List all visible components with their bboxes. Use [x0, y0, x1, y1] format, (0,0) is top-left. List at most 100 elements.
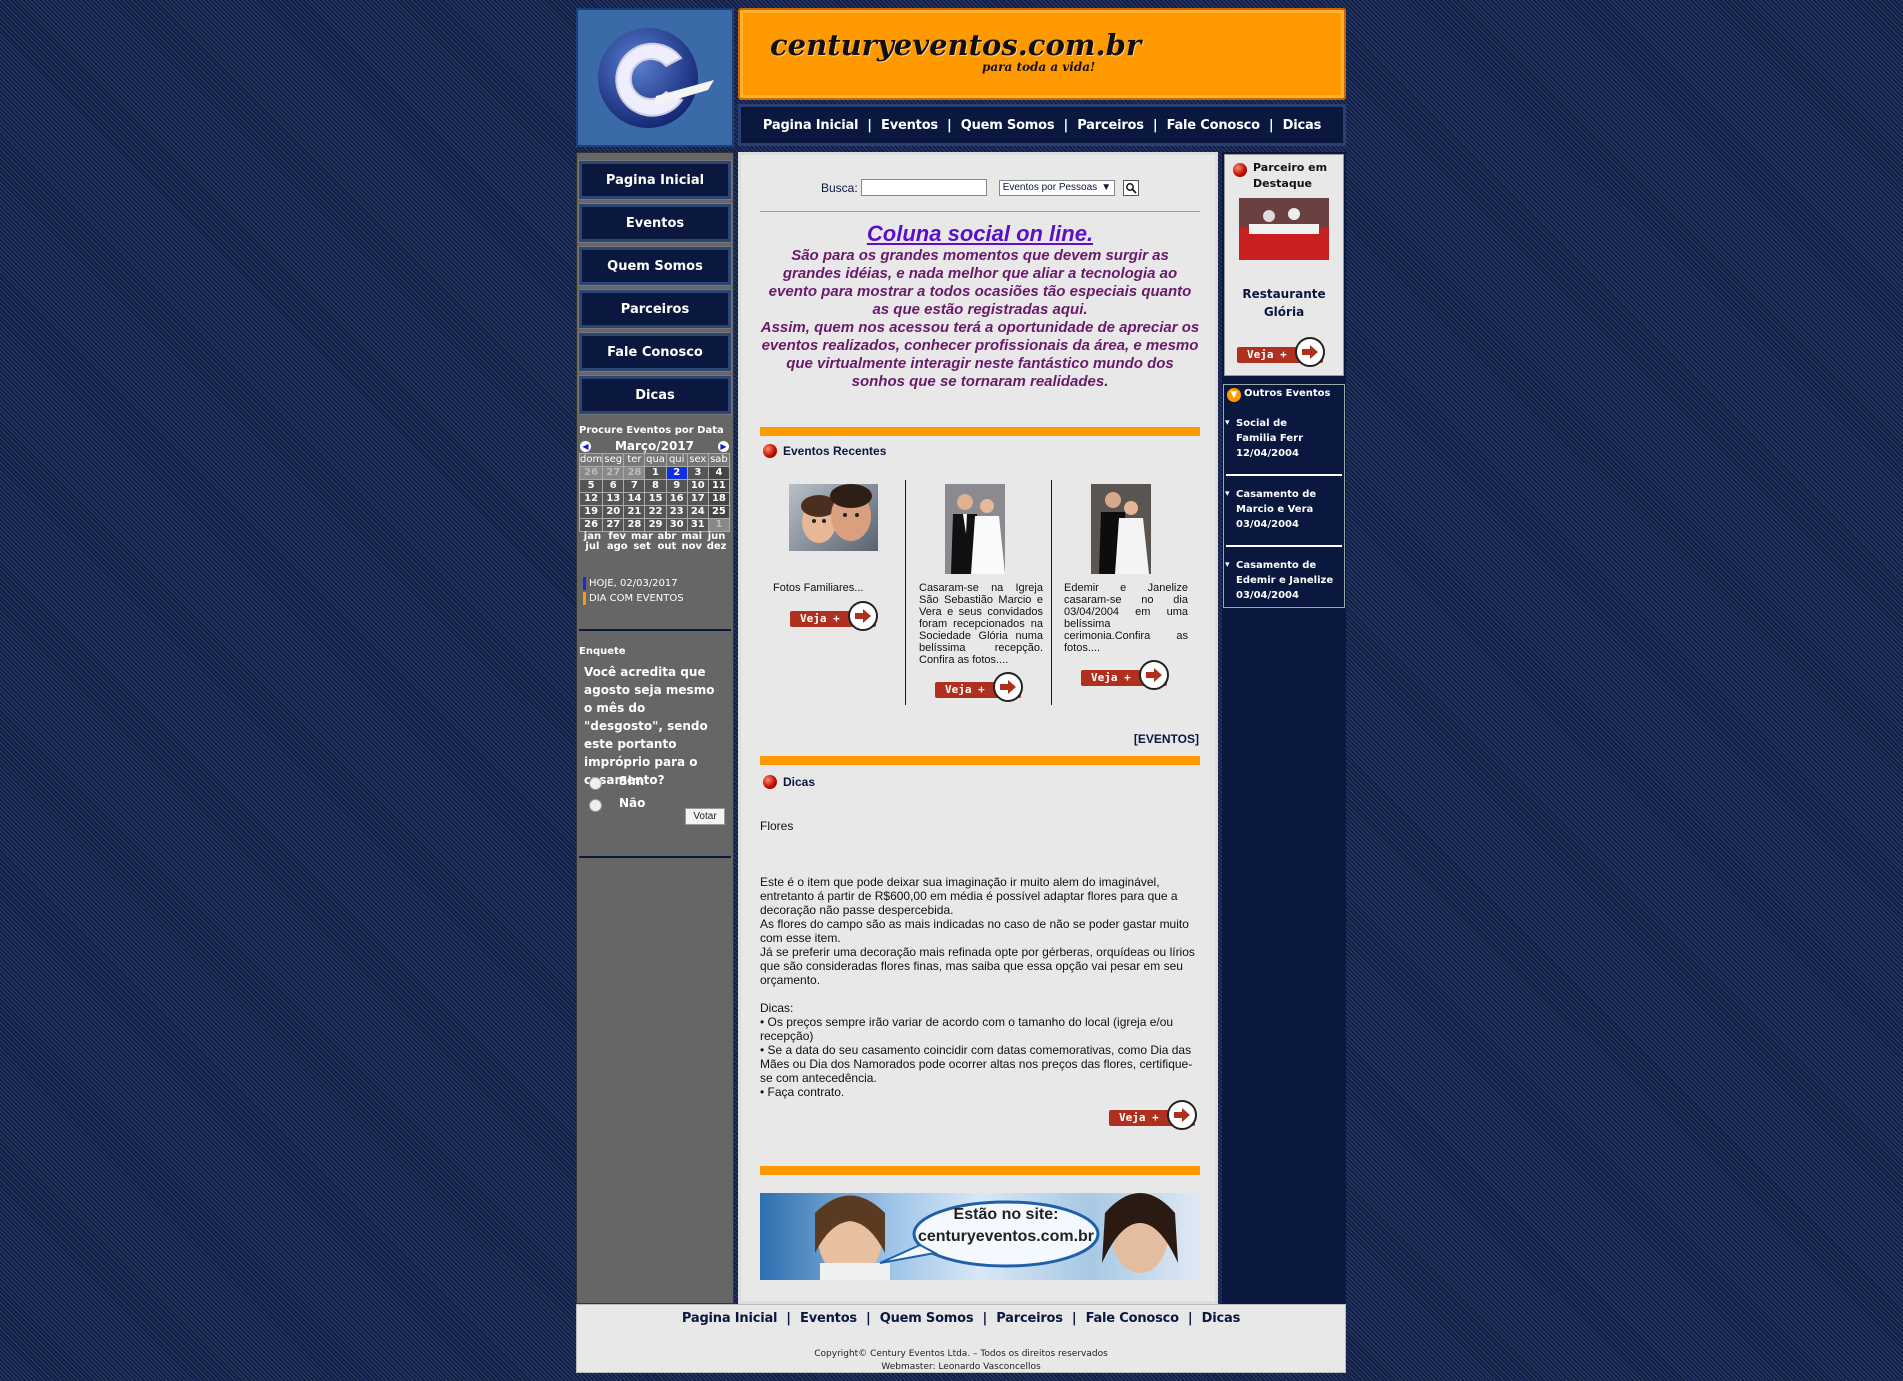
poll-option-nao-radio[interactable] [589, 799, 602, 812]
sidebar-eventos[interactable]: Eventos [578, 203, 732, 243]
footer-parceiros[interactable]: Parceiros [996, 1311, 1063, 1326]
partner-name[interactable]: Restaurante Glória [1225, 285, 1343, 321]
poll-question: Você acredita que agosto seja mesmo o mê… [584, 665, 715, 787]
event-photo-3[interactable] [1091, 484, 1151, 574]
calendar-day[interactable]: 22 [645, 506, 666, 518]
calendar-day[interactable]: 30 [666, 519, 687, 531]
search-type-select[interactable]: Eventos por Pessoas ▼ [998, 179, 1116, 196]
calendar-day[interactable]: 27 [603, 519, 624, 531]
topnav-parceiros[interactable]: Parceiros [1077, 118, 1144, 133]
orange-divider [760, 756, 1200, 765]
calendar-day[interactable]: 16 [666, 493, 687, 505]
sidebar-dicas[interactable]: Dicas [578, 375, 732, 415]
calendar-day[interactable]: 20 [603, 506, 624, 518]
calendar-month-link[interactable]: set [630, 542, 655, 552]
calendar-day[interactable]: 10 [687, 480, 708, 492]
calendar-day[interactable]: 9 [666, 480, 687, 492]
search-input[interactable] [860, 179, 987, 196]
calendar-month-link[interactable]: nov [679, 542, 704, 552]
site-title: centuryeventos.com.br [770, 28, 1142, 62]
sidebar-pagina-inicial[interactable]: Pagina Inicial [578, 160, 732, 200]
calendar-day[interactable]: 1 [708, 519, 729, 531]
calendar-day[interactable]: 19 [580, 506, 603, 518]
event-photo-2[interactable] [945, 484, 1005, 574]
calendar-day[interactable]: 24 [687, 506, 708, 518]
legend-event-day: DIA COM EVENTOS [583, 592, 684, 605]
calendar-day[interactable]: 11 [708, 480, 729, 492]
veja-mais-button-3[interactable]: Veja + [1081, 660, 1173, 690]
topnav-fale-conosco[interactable]: Fale Conosco [1167, 118, 1261, 133]
calendar-day[interactable]: 6 [603, 480, 624, 492]
calendar-month-link[interactable]: ago [605, 542, 630, 552]
weekday-header: ter [624, 454, 645, 466]
all-events-link[interactable]: [EVENTOS] [1134, 732, 1199, 746]
calendar-day[interactable]: 29 [645, 519, 666, 531]
footer-dicas[interactable]: Dicas [1202, 1311, 1241, 1326]
calendar-title: Procure Eventos por Data [579, 425, 724, 436]
calendar-day[interactable]: 18 [708, 493, 729, 505]
other-event-item-2[interactable]: Casamento deMarcio e Vera03/04/2004 [1225, 487, 1316, 532]
calendar-day[interactable]: 28 [624, 467, 645, 479]
calendar-day[interactable]: 4 [708, 467, 729, 479]
next-month-icon[interactable]: ▶ [717, 440, 729, 452]
wedding-couple-icon [1091, 484, 1151, 574]
other-event-item-1[interactable]: Social deFamilia Ferr12/04/2004 [1225, 416, 1303, 461]
calendar-day[interactable]: 23 [666, 506, 687, 518]
calendar-day[interactable]: 27 [603, 467, 624, 479]
poll-option-sim-label: Sim [619, 774, 645, 788]
footer-pagina-inicial[interactable]: Pagina Inicial [682, 1311, 778, 1326]
sidebar-fale-conosco[interactable]: Fale Conosco [578, 332, 732, 372]
veja-mais-button-1[interactable]: Veja + [790, 601, 882, 631]
calendar-day[interactable]: 17 [687, 493, 708, 505]
intro-title[interactable]: Coluna social on line. [760, 221, 1200, 247]
intro-paragraph-2: Assim, quem nos acessou terá a oportunid… [760, 319, 1200, 390]
calendar-day[interactable]: 26 [580, 467, 603, 479]
calendar-day[interactable]: 3 [687, 467, 708, 479]
calendar-day[interactable]: 14 [624, 493, 645, 505]
main-content: Busca: Eventos por Pessoas ▼ Coluna socia… [738, 152, 1218, 1304]
calendar-day[interactable]: 28 [624, 519, 645, 531]
event-photo-1[interactable] [789, 484, 878, 551]
poll-option-sim-radio[interactable] [589, 777, 602, 790]
veja-mais-button-2[interactable]: Veja + [935, 672, 1027, 702]
footer-fale-conosco[interactable]: Fale Conosco [1086, 1311, 1180, 1326]
partner-photo[interactable] [1239, 198, 1329, 260]
footer: Pagina Inicial | Eventos | Quem Somos | Par… [576, 1304, 1346, 1373]
promo-banner[interactable]: Estão no site: centuryeventos.com.br [760, 1193, 1200, 1280]
calendar-day[interactable]: 8 [645, 480, 666, 492]
topnav-eventos[interactable]: Eventos [881, 118, 938, 133]
calendar-day[interactable]: 21 [624, 506, 645, 518]
search-button[interactable] [1123, 179, 1140, 196]
calendar-day[interactable]: 15 [645, 493, 666, 505]
topnav-quem-somos[interactable]: Quem Somos [961, 118, 1055, 133]
calendar-day[interactable]: 2 [666, 467, 687, 479]
calendar: ◀ Março/2017 ▶ dom seg ter qua qui sex sab 26 27… [579, 439, 730, 552]
vote-button[interactable]: Votar [685, 808, 725, 825]
footer-quem-somos[interactable]: Quem Somos [880, 1311, 974, 1326]
other-event-item-3[interactable]: Casamento deEdemir e Janelize03/04/2004 [1225, 558, 1333, 603]
veja-mais-button-dicas[interactable]: Veja + [1109, 1100, 1201, 1130]
veja-mais-button-partner[interactable]: Veja + [1237, 337, 1329, 367]
calendar-day[interactable]: 26 [580, 519, 603, 531]
footer-eventos[interactable]: Eventos [800, 1311, 857, 1326]
top-navigation: Pagina Inicial | Eventos | Quem Somos | Par… [738, 104, 1346, 146]
calendar-day[interactable]: 31 [687, 519, 708, 531]
calendar-day[interactable]: 5 [580, 480, 603, 492]
weekday-header: qui [666, 454, 687, 466]
site-logo[interactable] [576, 8, 734, 147]
sidebar-parceiros[interactable]: Parceiros [578, 289, 732, 329]
calendar-month-link[interactable]: dez [704, 542, 729, 552]
right-sidebar: Parceiro em Destaque Restaurante Glória … [1222, 152, 1346, 1304]
calendar-day[interactable]: 12 [580, 493, 603, 505]
calendar-day[interactable]: 7 [624, 480, 645, 492]
calendar-month-link[interactable]: out [655, 542, 680, 552]
sidebar-quem-somos[interactable]: Quem Somos [578, 246, 732, 286]
prev-month-icon[interactable]: ◀ [580, 440, 591, 452]
calendar-month-link[interactable]: jul [580, 542, 605, 552]
calendar-day[interactable]: 25 [708, 506, 729, 518]
calendar-day[interactable]: 1 [645, 467, 666, 479]
topnav-dicas[interactable]: Dicas [1283, 118, 1322, 133]
topnav-pagina-inicial[interactable]: Pagina Inicial [763, 118, 859, 133]
calendar-day[interactable]: 13 [603, 493, 624, 505]
arrow-right-icon [1167, 1100, 1197, 1130]
